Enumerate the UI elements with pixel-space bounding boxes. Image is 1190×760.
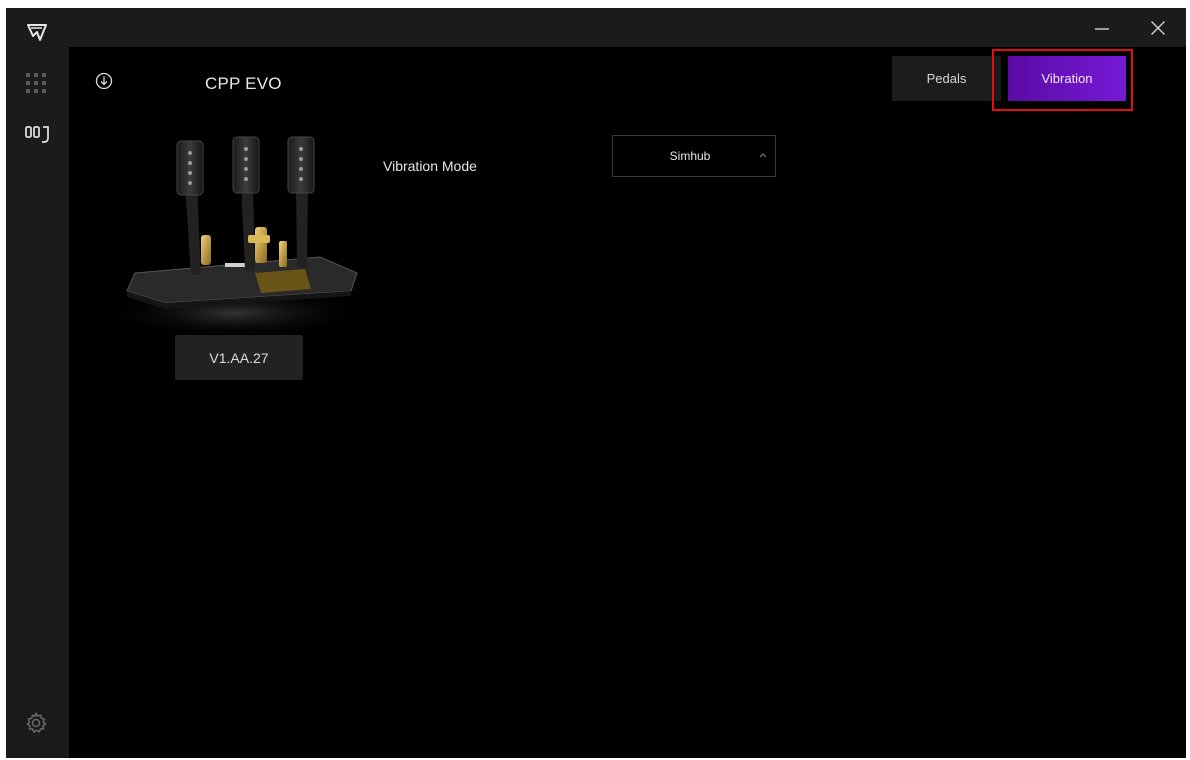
- firmware-version-badge: V1.AA.27: [175, 335, 303, 380]
- close-icon: [1151, 21, 1165, 35]
- sidebar: [6, 8, 69, 758]
- close-button[interactable]: [1141, 14, 1175, 42]
- minimize-button[interactable]: [1085, 14, 1119, 42]
- minimize-icon: [1095, 28, 1109, 30]
- pedals-icon[interactable]: [24, 122, 52, 144]
- vibration-mode-label: Vibration Mode: [383, 158, 477, 174]
- vibration-mode-select[interactable]: Simhub: [612, 135, 776, 177]
- main-content: CPP EVO Pedals Vibration V1.AA.27 Vibrat…: [69, 47, 1186, 758]
- chevron-up-icon: [759, 153, 767, 158]
- grid-icon[interactable]: [25, 72, 47, 94]
- download-circle-icon[interactable]: [95, 72, 113, 90]
- device-title: CPP EVO: [205, 74, 282, 93]
- pedal-set-image: [105, 136, 365, 339]
- brand-logo-icon[interactable]: [26, 22, 48, 42]
- tab-vibration[interactable]: Vibration: [1008, 56, 1126, 101]
- vibration-mode-value: Simhub: [669, 149, 711, 163]
- title-bar: [69, 8, 1186, 47]
- tab-pedals[interactable]: Pedals: [892, 56, 1001, 101]
- gear-icon[interactable]: [25, 712, 47, 734]
- app-window: CPP EVO Pedals Vibration V1.AA.27 Vibrat…: [6, 8, 1186, 758]
